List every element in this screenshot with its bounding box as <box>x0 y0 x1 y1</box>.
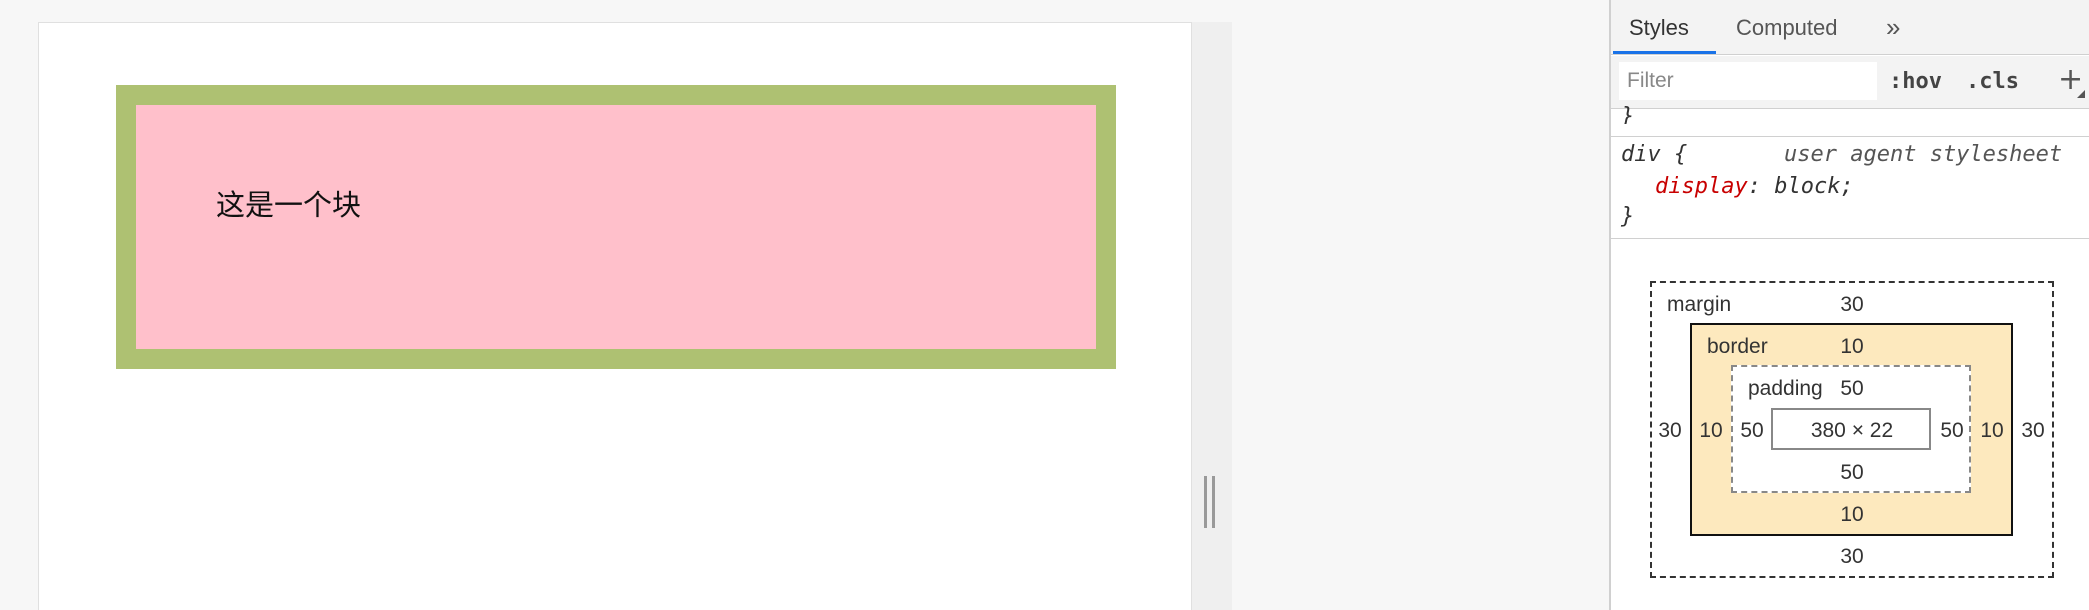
tab-computed[interactable]: Computed <box>1736 0 1838 55</box>
padding-right-value[interactable]: 50 <box>1940 420 1963 441</box>
border-top-value[interactable]: 10 <box>1840 336 1863 357</box>
more-tabs-icon[interactable]: » <box>1886 0 1900 55</box>
new-rule-menu-icon[interactable] <box>2077 90 2085 98</box>
tab-styles[interactable]: Styles <box>1629 0 1689 55</box>
property-value: : block; <box>1747 174 1854 199</box>
padding-top-value[interactable]: 50 <box>1840 378 1863 399</box>
devtools-panel: Styles Computed » :hov .cls + } div { us… <box>1609 0 2089 610</box>
hov-button[interactable]: :hov <box>1889 64 1942 100</box>
border-left-value[interactable]: 10 <box>1699 420 1722 441</box>
margin-top-value[interactable]: 30 <box>1840 294 1863 315</box>
border-label: border <box>1707 335 1768 358</box>
rule-origin: user agent stylesheet <box>1784 142 2063 167</box>
property-name: display <box>1655 174 1748 199</box>
border-right-value[interactable]: 10 <box>1980 420 2003 441</box>
resize-handle[interactable] <box>1204 476 1218 528</box>
styles-toolbar: :hov .cls + <box>1611 56 2089 109</box>
devtools-tabbar: Styles Computed » <box>1611 0 2089 55</box>
rule-separator-bottom <box>1611 238 2089 239</box>
margin-left-value[interactable]: 30 <box>1658 420 1681 441</box>
rule-close: } <box>1621 204 1635 229</box>
rule-selector[interactable]: div { <box>1621 142 1687 167</box>
active-tab-indicator <box>1613 51 1716 54</box>
rule-separator <box>1611 136 2089 137</box>
rule-declaration[interactable]: display: block; <box>1655 174 1854 199</box>
padding-left-value[interactable]: 50 <box>1740 420 1763 441</box>
demo-block-text: 这是一个块 <box>216 188 362 222</box>
cls-button[interactable]: .cls <box>1966 64 2019 100</box>
margin-label: margin <box>1667 293 1732 316</box>
margin-right-value[interactable]: 30 <box>2021 420 2044 441</box>
padding-bottom-value[interactable]: 50 <box>1840 462 1863 483</box>
previous-rule-close: } <box>1621 104 1635 124</box>
content-size[interactable]: 380 × 22 <box>1811 420 1893 441</box>
margin-bottom-value[interactable]: 30 <box>1840 546 1863 567</box>
page-viewport: 这是一个块 <box>38 22 1192 610</box>
filter-input[interactable] <box>1619 62 1877 100</box>
demo-block[interactable]: 这是一个块 <box>116 85 1116 369</box>
padding-label: padding <box>1748 377 1823 400</box>
border-bottom-value[interactable]: 10 <box>1840 504 1863 525</box>
